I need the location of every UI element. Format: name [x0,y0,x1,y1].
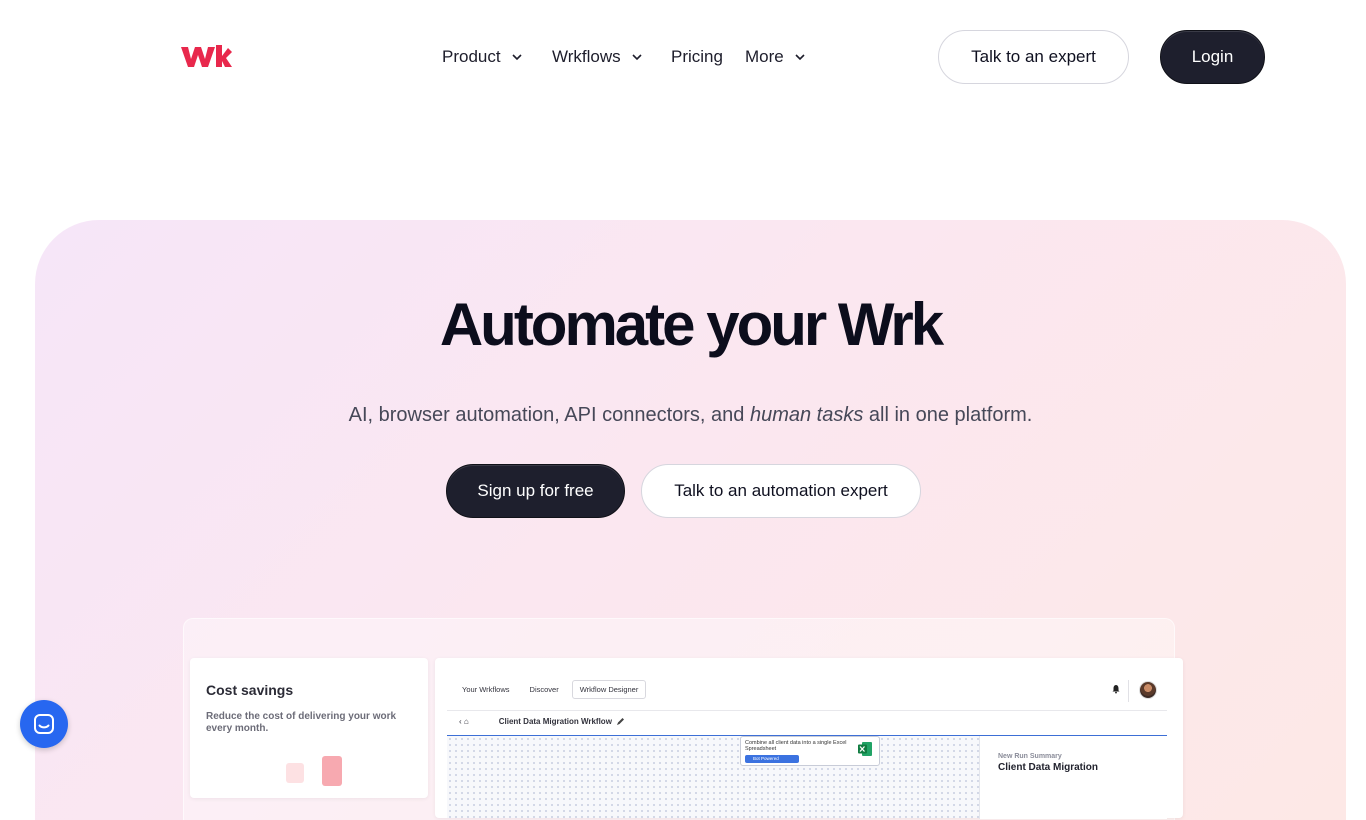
workflow-canvas[interactable]: Combine all client data into a single Ex… [447,735,1167,819]
nav-wrkflows-label: Wrkflows [552,47,621,66]
workflow-title: Client Data Migration Wrkflow [498,717,612,726]
bell-icon[interactable] [1111,684,1121,694]
excel-icon [858,742,872,756]
divider [447,710,1167,711]
chat-icon [34,714,54,734]
chevron-down-icon [632,54,642,61]
nav-more-label: More [745,47,784,66]
nav-pricing[interactable]: Pricing [671,44,745,70]
cost-bar-small [286,763,304,783]
workflow-breadcrumb: ‹ ⌂ Client Data Migration Wrkflow [459,717,625,726]
app-tab-wrkflow-designer[interactable]: Wrkflow Designer [571,680,647,699]
nav-product[interactable]: Product [442,44,552,70]
hero-subtitle-end: all in one platform. [863,404,1033,426]
hero-subtitle-emphasis: human tasks [749,404,864,426]
cost-savings-description: Reduce the cost of delivering your work … [206,711,397,734]
nav-product-label: Product [442,47,501,66]
talk-to-expert-button[interactable]: Talk to an expert [938,30,1129,84]
divider [1128,680,1129,702]
login-button[interactable]: Login [1160,30,1265,84]
chat-launcher-button[interactable] [20,700,68,748]
chevron-down-icon [795,54,805,61]
hero-section: Automate your Wrk AI, browser automation… [35,220,1346,820]
cost-savings-title: Cost savings [206,682,294,698]
hero-subtitle: AI, browser automation, API connectors, … [35,404,1346,427]
cost-bar-large [322,756,342,786]
site-header: Product Wrkflows Pricing More Talk to an… [0,0,1366,114]
run-summary-panel: New Run Summary Client Data Migration [979,736,1167,819]
hero-subtitle-start: AI, browser automation, API connectors, … [348,404,750,426]
chevron-down-icon [512,54,522,61]
back-home-icon[interactable]: ‹ ⌂ [459,717,469,726]
avatar[interactable] [1139,681,1157,699]
nav-pricing-label: Pricing [671,47,723,66]
workflow-node[interactable]: Combine all client data into a single Ex… [740,736,880,766]
main-nav: Product Wrkflows Pricing More [442,44,815,70]
workflow-node-text: Combine all client data into a single Ex… [745,740,847,752]
sign-up-button[interactable]: Sign up for free [446,464,625,518]
cost-savings-card: Cost savings Reduce the cost of deliveri… [190,658,428,798]
app-tab-discover[interactable]: Discover [523,681,566,698]
wrk-logo[interactable] [180,44,232,70]
nav-wrkflows[interactable]: Wrkflows [552,44,671,70]
hero-title: Automate your Wrk [439,291,944,358]
talk-to-automation-expert-button[interactable]: Talk to an automation expert [641,464,921,518]
run-summary-label: New Run Summary [998,753,1062,760]
app-tab-your-wrkflows[interactable]: Your Wrkflows [455,681,517,698]
edit-pencil-icon[interactable] [616,717,625,726]
app-tabs: Your Wrkflows Discover Wrkflow Designer [455,680,652,699]
bot-powered-badge: Bot Powered [745,755,799,763]
app-preview-card: Your Wrkflows Discover Wrkflow Designer … [435,658,1183,819]
nav-more[interactable]: More [745,44,815,70]
